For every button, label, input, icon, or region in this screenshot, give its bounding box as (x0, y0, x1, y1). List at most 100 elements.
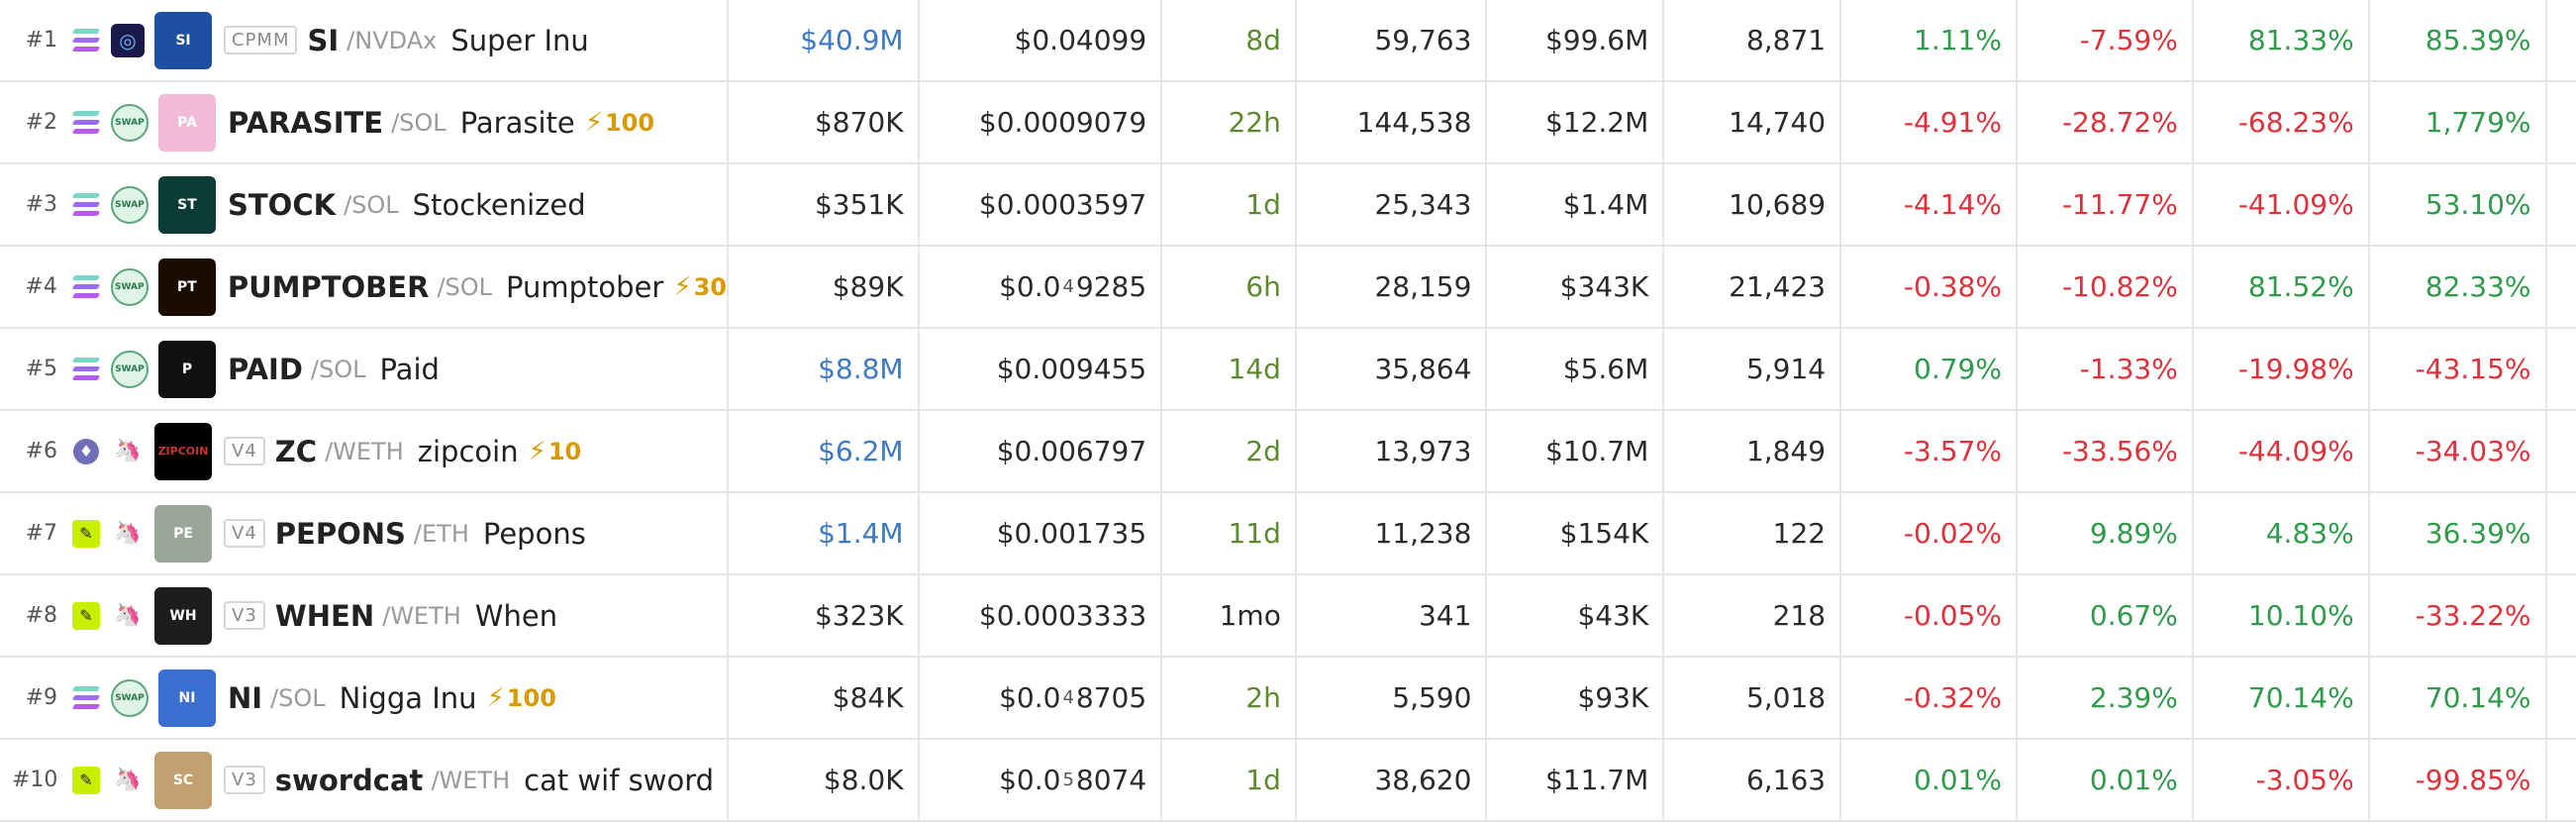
price-cell: $0.0 4 9285 (920, 247, 1163, 327)
change-5m-cell: -0.32% (1841, 658, 2018, 738)
liquidity-cell: $6.2M (729, 411, 920, 491)
token-avatar: SC (154, 751, 212, 809)
liquidity-cell: $8.0K (729, 740, 920, 820)
price-main: $0.006797 (996, 435, 1147, 467)
token-avatar: WH (154, 586, 212, 645)
quote-token: /SOL (344, 190, 399, 219)
quote-token: /NVDAx (347, 26, 438, 54)
token-cell[interactable]: #2 SWAP PA PARASITE/SOL Parasite ⚡ 100 (0, 82, 730, 162)
volume-cell: $5.6M (1487, 329, 1665, 409)
token-cell[interactable]: #1 ◎ SI CPMM SI/NVDAx Super Inu (0, 0, 730, 80)
price-main: $0.0003333 (978, 599, 1147, 632)
makers-cell: 21,423 (1664, 247, 1842, 327)
change-5m-cell: 0.01% (1841, 740, 2018, 820)
pool-version-badge: V3 (224, 601, 265, 630)
price-cell: $0.0 5 8074 (920, 740, 1163, 820)
table-row[interactable]: #6 ♦ 🦄 ZIPCOIN V4 ZC/WETH zipcoin ⚡ 10 $6.2M $0.00… (0, 411, 2576, 493)
price-cell: $0.006797 (920, 411, 1163, 491)
table-row[interactable]: #3 SWAP ST STOCK/SOL Stockenized $351K $0.0003… (0, 164, 2576, 247)
change-24h-cell: -43.15% (2370, 329, 2547, 409)
table-row[interactable]: #4 SWAP PT PUMPTOBER/SOL Pumptober ⚡ 30 $89K $0.… (0, 247, 2576, 329)
txns-cell: 5,590 (1297, 658, 1488, 738)
token-cell[interactable]: #3 SWAP ST STOCK/SOL Stockenized (0, 164, 730, 245)
change-24h-cell: 36.39% (2370, 493, 2547, 573)
change-5m-cell: -0.38% (1841, 247, 2018, 327)
table-row[interactable]: #7 ✎ 🦄 PE V4 PEPONS/ETH Pepons $1.4M $0.001735 11… (0, 493, 2576, 575)
row-tail (2547, 329, 2576, 409)
change-1h-cell: -10.82% (2018, 247, 2194, 327)
token-cell[interactable]: #9 SWAP NI NI/SOL Nigga Inu ⚡ 100 (0, 658, 730, 738)
token-avatar: ST (158, 175, 216, 234)
change-6h-cell: 10.10% (2194, 575, 2370, 656)
solana-chain-icon (69, 24, 103, 57)
table-row[interactable]: #8 ✎ 🦄 WH V3 WHEN/WETH When $323K $0.0003333 1mo 3… (0, 575, 2576, 658)
token-name: When (474, 598, 558, 633)
token-avatar: PE (154, 504, 212, 563)
volume-cell: $1.4M (1487, 164, 1665, 245)
rank-label: #3 (25, 192, 57, 217)
table-row[interactable]: #5 SWAP P PAID/SOL Paid $8.8M $0.009455 14d 35,8… (0, 329, 2576, 411)
row-tail (2547, 82, 2576, 162)
token-name: Parasite (459, 105, 575, 140)
txns-cell: 28,159 (1297, 247, 1488, 327)
txns-cell: 59,763 (1297, 0, 1488, 80)
change-1h-cell: 0.67% (2018, 575, 2194, 656)
age-cell: 1d (1162, 164, 1297, 245)
token-name: cat wif sword (524, 763, 715, 797)
age-cell: 2d (1162, 411, 1297, 491)
token-cell[interactable]: #7 ✎ 🦄 PE V4 PEPONS/ETH Pepons (0, 493, 730, 573)
token-symbol: ZC (274, 434, 318, 468)
table-row[interactable]: #1 ◎ SI CPMM SI/NVDAx Super Inu $40.9M $0.04099… (0, 0, 2576, 82)
token-name: zipcoin (417, 434, 519, 468)
token-cell[interactable]: #6 ♦ 🦄 ZIPCOIN V4 ZC/WETH zipcoin ⚡ 10 (0, 411, 730, 491)
quote-token: /WETH (382, 601, 461, 630)
price-cell: $0.0003333 (920, 575, 1163, 656)
base-chain-icon: ✎ (69, 599, 103, 633)
change-24h-cell: -99.85% (2370, 740, 2547, 820)
pumpswap-dex-icon: SWAP (110, 267, 149, 306)
pumpswap-dex-icon: SWAP (111, 350, 149, 388)
volume-cell: $12.2M (1487, 82, 1665, 162)
solana-chain-icon (69, 681, 103, 715)
pool-version-badge: CPMM (224, 26, 298, 54)
boost-badge: ⚡100 (487, 683, 556, 713)
txns-cell: 341 (1297, 575, 1488, 656)
price-cell: $0.04099 (920, 0, 1163, 80)
token-cell[interactable]: #10✎🦄SCV3swordcat/WETHcat wif sword⚡100 (0, 740, 730, 820)
token-cell[interactable]: #4 SWAP PT PUMPTOBER/SOL Pumptober ⚡ 30 (0, 247, 730, 327)
quote-token: /SOL (391, 108, 446, 137)
price-zero-count: 4 (1062, 276, 1074, 297)
token-name: Pumptober (506, 269, 664, 304)
makers-cell: 5,018 (1664, 658, 1842, 738)
price-main: $0.0 (999, 681, 1061, 714)
token-symbol: PUMPTOBER (227, 269, 430, 304)
change-6h-cell: -3.05% (2194, 740, 2370, 820)
price-cell: $0.001735 (920, 493, 1163, 573)
table-row[interactable]: #10✎🦄SCV3swordcat/WETHcat wif sword⚡100$… (0, 740, 2576, 822)
change-24h-cell: 70.14% (2370, 658, 2547, 738)
rank-label: #5 (25, 357, 57, 381)
change-1h-cell: -1.33% (2018, 329, 2194, 409)
token-symbol: NI (228, 680, 263, 715)
pool-version-badge: V4 (224, 519, 265, 548)
token-avatar: P (158, 340, 216, 398)
table-row[interactable]: #2 SWAP PA PARASITE/SOL Parasite ⚡ 100 $870K $0.… (0, 82, 2576, 164)
price-zero-count: 4 (1062, 687, 1074, 708)
table-row[interactable]: #9 SWAP NI NI/SOL Nigga Inu ⚡ 100 $84K $0.0 4 8705… (0, 658, 2576, 740)
txns-cell: 13,973 (1297, 411, 1488, 491)
makers-cell: 6,163 (1664, 740, 1842, 820)
boost-amount: 100 (506, 683, 556, 712)
change-6h-cell: -68.23% (2194, 82, 2370, 162)
txns-cell: 25,343 (1297, 164, 1488, 245)
token-cell[interactable]: #8 ✎ 🦄 WH V3 WHEN/WETH When (0, 575, 730, 656)
token-cell[interactable]: #5 SWAP P PAID/SOL Paid (0, 329, 730, 409)
price-main: $0.04099 (1014, 24, 1147, 56)
price-main: $0.001735 (996, 517, 1147, 550)
token-name: Super Inu (450, 23, 589, 57)
price-main: $0.0009079 (978, 106, 1147, 139)
liquidity-cell: $870K (729, 82, 920, 162)
token-symbol: PARASITE (228, 105, 384, 140)
pool-version-badge: V4 (224, 437, 265, 465)
uniswap-dex-icon: 🦄 (114, 603, 142, 628)
price-main: $0.009455 (996, 353, 1147, 385)
